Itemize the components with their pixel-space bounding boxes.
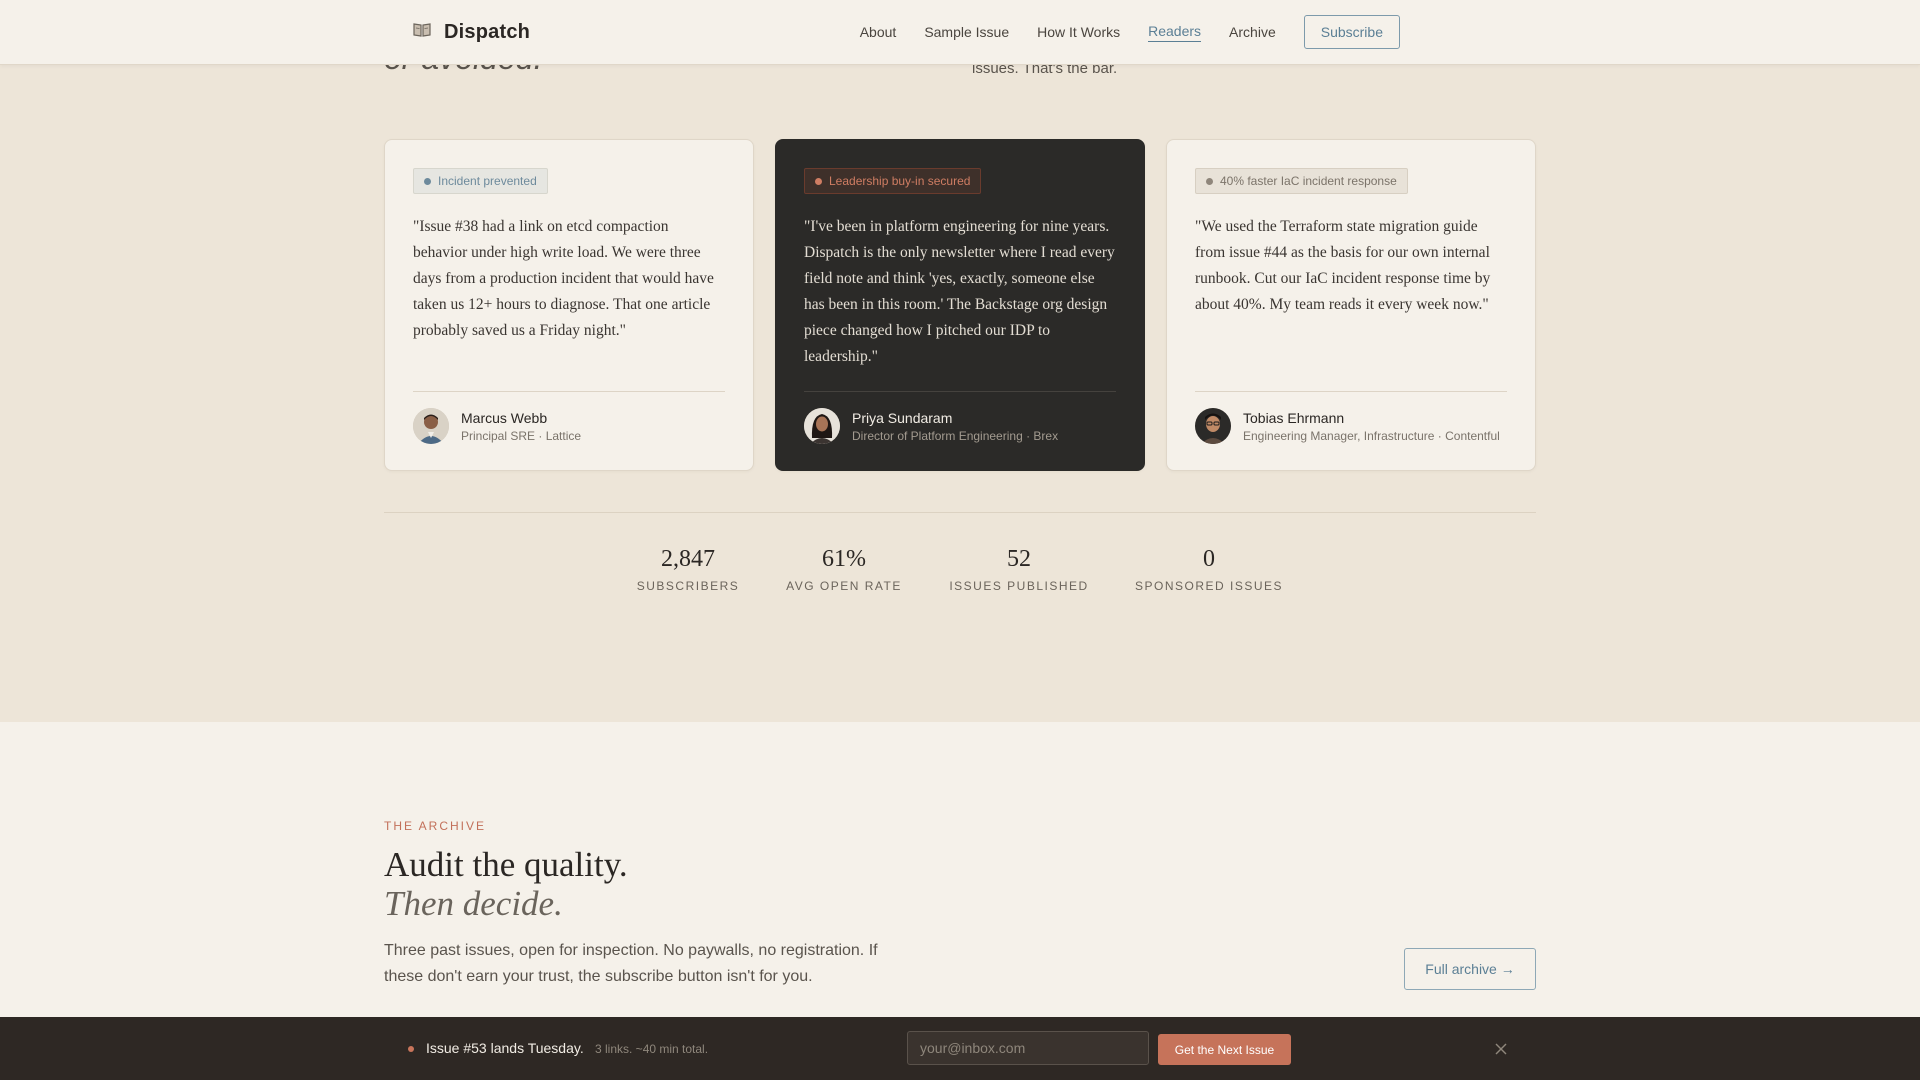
stat-value: 61% — [822, 546, 866, 572]
section-divider — [384, 512, 1536, 513]
next-issue-title: Issue #53 lands Tuesday. — [426, 1040, 584, 1056]
testimonial-author: Tobias Ehrmann Engineering Manager, Infr… — [1195, 391, 1507, 444]
full-archive-button[interactable]: Full archive → — [1404, 948, 1536, 990]
archive-heading: Audit the quality. — [384, 845, 628, 884]
author-role: Principal SRE · Lattice — [461, 428, 582, 443]
brand-name: Dispatch — [444, 21, 531, 43]
outcome-badge: Leadership buy-in secured — [804, 168, 982, 194]
sticky-subscribe-bar: Issue #53 lands Tuesday. 3 links. ~40 mi… — [0, 1017, 1920, 1080]
get-next-issue-button[interactable]: Get the Next Issue — [1158, 1034, 1291, 1065]
stat-label: SPONSORED ISSUES — [1134, 579, 1284, 593]
stat-label: ISSUES PUBLISHED — [949, 579, 1089, 593]
avatar — [804, 408, 840, 444]
nav-link-readers[interactable]: Readers — [1148, 23, 1202, 42]
avatar — [413, 408, 449, 444]
nav-link-how-it-works[interactable]: How It Works — [1037, 24, 1120, 40]
nav-link-archive[interactable]: Archive — [1229, 24, 1276, 40]
stat-value: 52 — [1007, 546, 1031, 572]
stat-sponsored-issues: 0 SPONSORED ISSUES — [1132, 546, 1286, 593]
badge-dot-icon — [1206, 177, 1213, 185]
stat-issues-published: 52 ISSUES PUBLISHED — [946, 546, 1092, 593]
badge-label: 40% faster IaC incident response — [1220, 174, 1397, 188]
email-field[interactable] — [907, 1031, 1149, 1065]
archive-subheading: Then decide. — [384, 884, 563, 923]
testimonial-card: Incident prevented "Issue #38 had a link… — [384, 139, 754, 471]
outcome-badge: 40% faster IaC incident response — [1195, 168, 1408, 194]
badge-dot-icon — [424, 177, 431, 185]
testimonial-author: Marcus Webb Principal SRE · Lattice — [413, 391, 725, 444]
stat-value: 2,847 — [661, 546, 715, 572]
stat-open-rate: 61% AVG OPEN RATE — [780, 546, 908, 593]
badge-dot-icon — [815, 177, 822, 185]
author-name: Tobias Ehrmann — [1243, 409, 1345, 426]
testimonial-author: Priya Sundaram Director of Platform Engi… — [804, 391, 1116, 444]
subscribe-button[interactable]: Subscribe — [1303, 15, 1400, 49]
nav-link-sample-issue[interactable]: Sample Issue — [924, 24, 1009, 40]
archive-description: Three past issues, open for inspection. … — [384, 942, 878, 985]
stat-label: SUBSCRIBERS — [636, 579, 740, 593]
open-book-icon — [412, 20, 432, 45]
author-role: Engineering Manager, Infrastructure · Co… — [1243, 428, 1500, 443]
top-nav: Dispatch About Sample Issue How It Works… — [0, 0, 1920, 65]
stat-subscribers: 2,847 SUBSCRIBERS — [630, 546, 746, 593]
badge-label: Leadership buy-in secured — [829, 174, 971, 188]
author-name: Priya Sundaram — [852, 409, 953, 426]
nav-links: About Sample Issue How It Works Readers … — [832, 0, 1400, 64]
badge-label: Incident prevented — [438, 174, 537, 188]
nav-link-about[interactable]: About — [860, 24, 897, 40]
testimonial-quote: "Issue #38 had a link on etcd compaction… — [413, 218, 714, 339]
avatar — [1195, 408, 1231, 444]
testimonial-quote: "We used the Terraform state migration g… — [1195, 218, 1491, 313]
section-eyebrow: THE ARCHIVE — [384, 819, 487, 833]
stat-value: 0 — [1203, 546, 1215, 572]
status-dot-icon — [408, 1046, 414, 1052]
outcome-badge: Incident prevented — [413, 168, 548, 194]
brand[interactable]: Dispatch — [412, 20, 530, 45]
author-name: Marcus Webb — [461, 409, 548, 426]
next-issue-subtitle: 3 links. ~40 min total. — [595, 1042, 709, 1056]
stat-label: AVG OPEN RATE — [786, 579, 902, 593]
testimonial-quote: "I've been in platform engineering for n… — [804, 218, 1115, 365]
close-icon[interactable] — [1492, 1040, 1510, 1058]
testimonial-card: 40% faster IaC incident response "We use… — [1166, 139, 1536, 471]
testimonial-card-featured: Leadership buy-in secured "I've been in … — [775, 139, 1145, 471]
author-role: Director of Platform Engineering · Brex — [852, 428, 1059, 443]
